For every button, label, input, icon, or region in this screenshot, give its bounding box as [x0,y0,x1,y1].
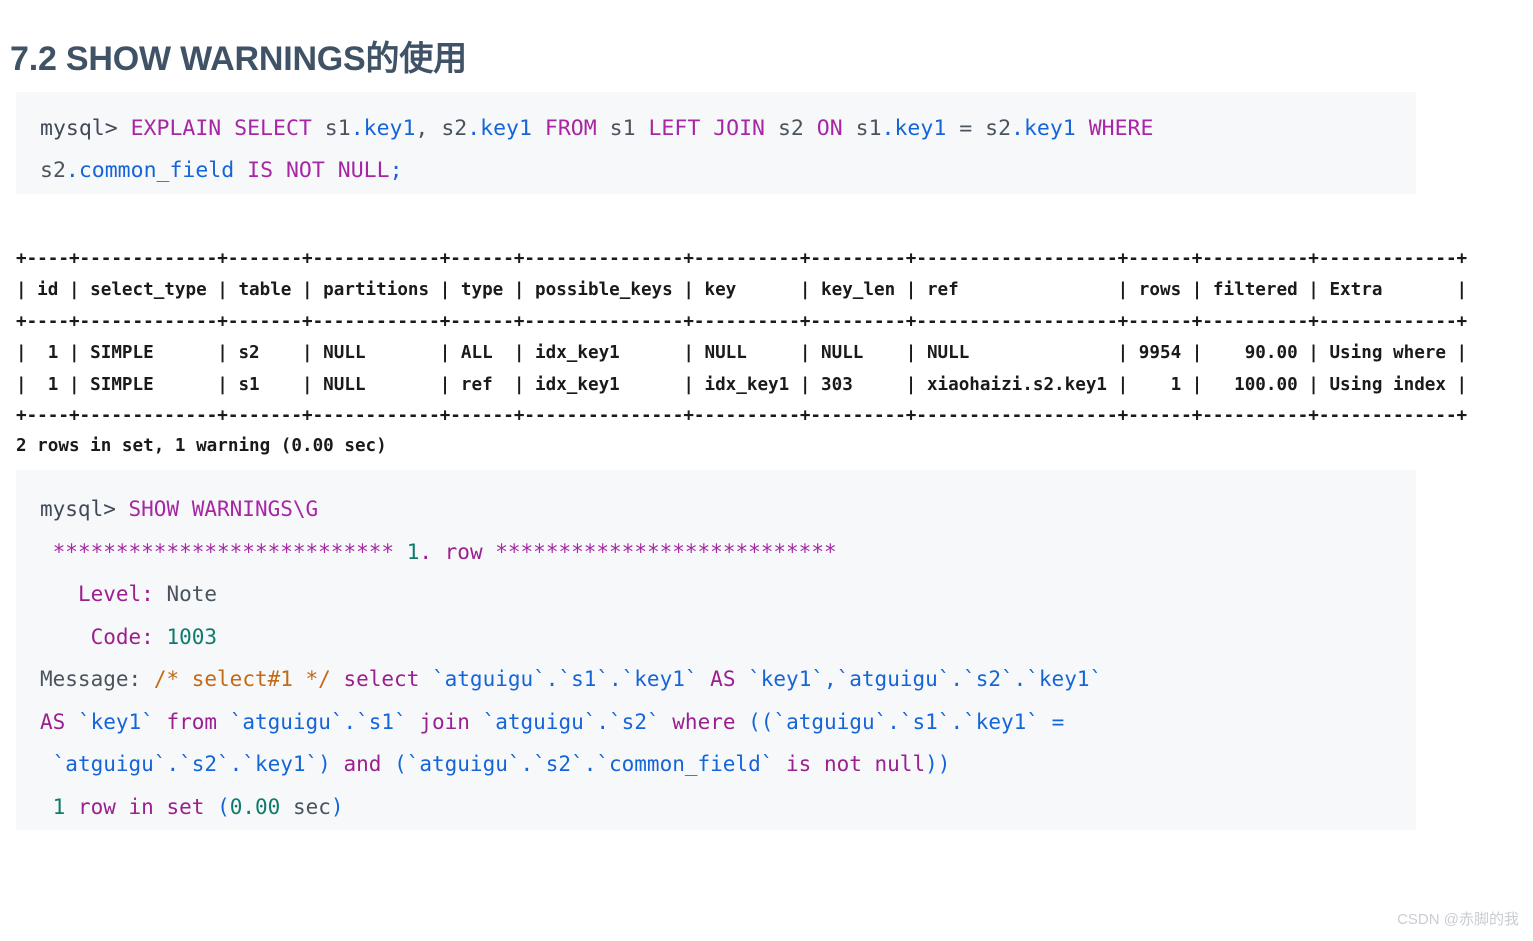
row-dot: . [419,539,432,564]
level-label: Level: [77,582,154,606]
sql-code-block-show-warnings: mysql> SHOW WARNINGS\G *****************… [16,470,1416,830]
explain-status-line: 2 rows in set, 1 warning (0.00 sec) [16,435,387,456]
message-label: Message: [40,667,142,691]
sql-line-2: s2.common_field IS NOT NULL; [40,158,403,183]
status-time: 0.00 [229,794,281,819]
explain-result-table: +----+-------------+-------+------------… [16,248,1468,427]
status-count: 1 [52,794,66,819]
warning-message-line-1: Message: /* select#1 */ select `atguigu`… [40,667,1103,691]
row-index: 1 [406,539,420,564]
asterisks-left: *************************** [52,539,395,564]
message-comment: /* select#1 */ [153,667,331,691]
show-warnings-status-line: 1 row in set (0.00 sec) [52,794,344,819]
asterisks-right: *************************** [495,539,837,564]
status-words: row in set [77,794,205,819]
warning-message-line-3: `atguigu`.`s2`.`key1`) and (`atguigu`.`s… [52,752,951,776]
level-value: Note [166,582,218,606]
warning-code-line: Code: 1003 [40,616,1392,659]
sql-code-block-explain: mysql> EXPLAIN SELECT s1.key1, s2.key1 F… [16,92,1416,194]
warning-message-line-2: AS `key1` from `atguigu`.`s1` join `atgu… [40,709,1065,734]
row-word: row [444,539,483,564]
page-title: 7.2 SHOW WARNINGS的使用 [10,39,467,78]
show-warnings-command-line: mysql> SHOW WARNINGS\G [40,488,1392,531]
mysql-prompt: mysql> [40,116,131,141]
row-separator-line: *************************** 1. row *****… [40,531,1392,574]
warning-level-line: Level: Note [40,573,1392,616]
code-label: Code: [90,624,154,649]
csdn-watermark: CSDN @赤脚的我 [1397,911,1519,928]
show-warnings-command: SHOW WARNINGS\G [128,497,319,521]
status-unit: sec [292,794,331,819]
mysql-prompt-2: mysql> [40,497,129,521]
code-value: 1003 [166,624,218,649]
sql-line-1: mysql> EXPLAIN SELECT s1.key1, s2.key1 F… [40,116,1154,141]
